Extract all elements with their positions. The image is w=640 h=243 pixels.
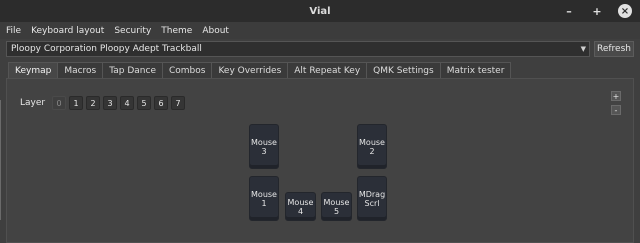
- key-mouse-5[interactable]: Mouse 5: [321, 192, 352, 221]
- menu-theme[interactable]: Theme: [157, 26, 196, 36]
- window-title: Vial: [309, 5, 331, 17]
- tab-tap-dance[interactable]: Tap Dance: [102, 62, 163, 78]
- key-mouse-3[interactable]: Mouse 3: [249, 124, 279, 169]
- layer-button-4[interactable]: 4: [120, 96, 135, 110]
- layer-button-2[interactable]: 2: [86, 96, 101, 110]
- key-label-line1: Mouse: [251, 189, 277, 199]
- close-button[interactable]: ×: [618, 4, 632, 18]
- device-row: Ploopy Corporation Ploopy Adept Trackbal…: [6, 41, 634, 57]
- maximize-button[interactable]: +: [590, 4, 604, 18]
- menu-about[interactable]: About: [198, 26, 233, 36]
- device-select[interactable]: Ploopy Corporation Ploopy Adept Trackbal…: [6, 41, 590, 57]
- layer-button-7[interactable]: 7: [171, 96, 186, 110]
- minimize-button[interactable]: –: [562, 4, 576, 18]
- tab-macros[interactable]: Macros: [57, 62, 104, 78]
- tab-key-overrides[interactable]: Key Overrides: [211, 62, 289, 78]
- key-label-line2: Scrl: [364, 198, 380, 208]
- window-controls: – + ×: [562, 0, 632, 22]
- menu-keyboard-layout[interactable]: Keyboard layout: [27, 26, 108, 36]
- key-label-line1: MDrag: [358, 189, 386, 199]
- key-label-line2: 1: [261, 198, 267, 208]
- layer-label: Layer: [20, 98, 46, 108]
- key-label-line2: 4: [297, 206, 304, 216]
- key-label-line1: Mouse: [287, 197, 314, 207]
- menu-bar: File Keyboard layout Security Theme Abou…: [0, 22, 640, 39]
- title-bar: Vial – + ×: [0, 0, 640, 22]
- layer-button-3[interactable]: 3: [103, 96, 118, 110]
- tab-keymap[interactable]: Keymap: [8, 62, 59, 78]
- device-select-value: Ploopy Corporation Ploopy Adept Trackbal…: [11, 44, 202, 54]
- refresh-button[interactable]: Refresh: [594, 41, 634, 57]
- tab-alt-repeat-key[interactable]: Alt Repeat Key: [287, 62, 368, 78]
- tab-combos[interactable]: Combos: [161, 62, 213, 78]
- key-label-line2: 2: [369, 146, 375, 156]
- key-label-line1: Mouse: [359, 137, 385, 147]
- layer-button-1[interactable]: 1: [69, 96, 84, 110]
- key-mouse-1[interactable]: Mouse 1: [249, 176, 279, 221]
- key-label-line1: Mouse: [251, 137, 277, 147]
- zoom-in-button[interactable]: +: [611, 91, 621, 101]
- layer-button-5[interactable]: 5: [137, 96, 152, 110]
- key-mouse-4[interactable]: Mouse 4: [285, 192, 316, 221]
- layer-selector: Layer 0 1 2 3 4 5 6 7: [20, 96, 186, 110]
- key-label-line2: 5: [333, 206, 340, 216]
- zoom-out-button[interactable]: -: [611, 105, 621, 115]
- tab-qmk-settings[interactable]: QMK Settings: [366, 62, 441, 78]
- key-mdrag-scrl[interactable]: MDrag Scrl: [357, 176, 387, 221]
- left-edge-divider: [0, 100, 4, 220]
- menu-security[interactable]: Security: [110, 26, 155, 36]
- layer-button-0[interactable]: 0: [52, 96, 67, 110]
- chevron-down-icon: ▼: [580, 45, 586, 53]
- tab-matrix-tester[interactable]: Matrix tester: [439, 62, 512, 78]
- key-label-line2: 3: [261, 146, 267, 156]
- tab-bar: Keymap Macros Tap Dance Combos Key Overr…: [8, 62, 512, 78]
- menu-file[interactable]: File: [2, 26, 25, 36]
- key-mouse-2[interactable]: Mouse 2: [357, 124, 387, 169]
- key-label-line1: Mouse: [323, 197, 350, 207]
- layer-button-6[interactable]: 6: [154, 96, 169, 110]
